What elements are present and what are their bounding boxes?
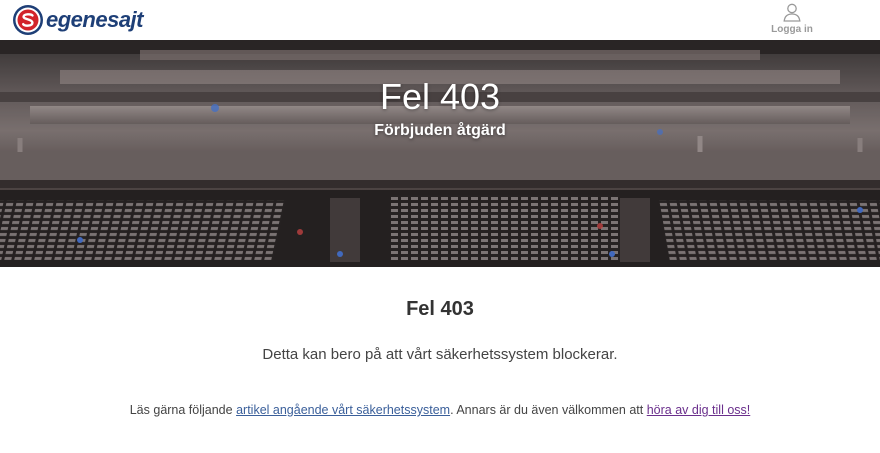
site-logo[interactable]: egenesajt	[12, 4, 144, 36]
help-text-prefix: Läs gärna följande	[129, 403, 237, 417]
help-text-middle: . Annars är du även välkommen att	[450, 403, 647, 417]
help-text: Läs gärna följande artikel angående vårt…	[0, 403, 880, 417]
hero-title: Fel 403	[379, 76, 501, 117]
login-label: Logga in	[771, 24, 813, 35]
contact-us-link[interactable]: höra av dig till oss!	[647, 403, 751, 417]
login-button[interactable]: Logga in	[771, 2, 813, 35]
server-rack-background-image	[0, 40, 880, 267]
page-title: Fel 403	[406, 298, 474, 320]
user-icon	[783, 3, 801, 22]
logo-text: egenesajt	[46, 7, 144, 32]
hero-banner: Fel 403 Förbjuden åtgärd	[0, 40, 880, 267]
site-header: egenesajt Logga in	[0, 0, 880, 40]
hero-subtitle: Förbjuden åtgärd	[374, 122, 506, 139]
security-article-link[interactable]: artikel angående vårt säkerhetssystem	[236, 403, 450, 417]
logo-mark-icon	[13, 5, 43, 35]
error-description: Detta kan bero på att vårt säkerhetssyst…	[262, 346, 618, 363]
